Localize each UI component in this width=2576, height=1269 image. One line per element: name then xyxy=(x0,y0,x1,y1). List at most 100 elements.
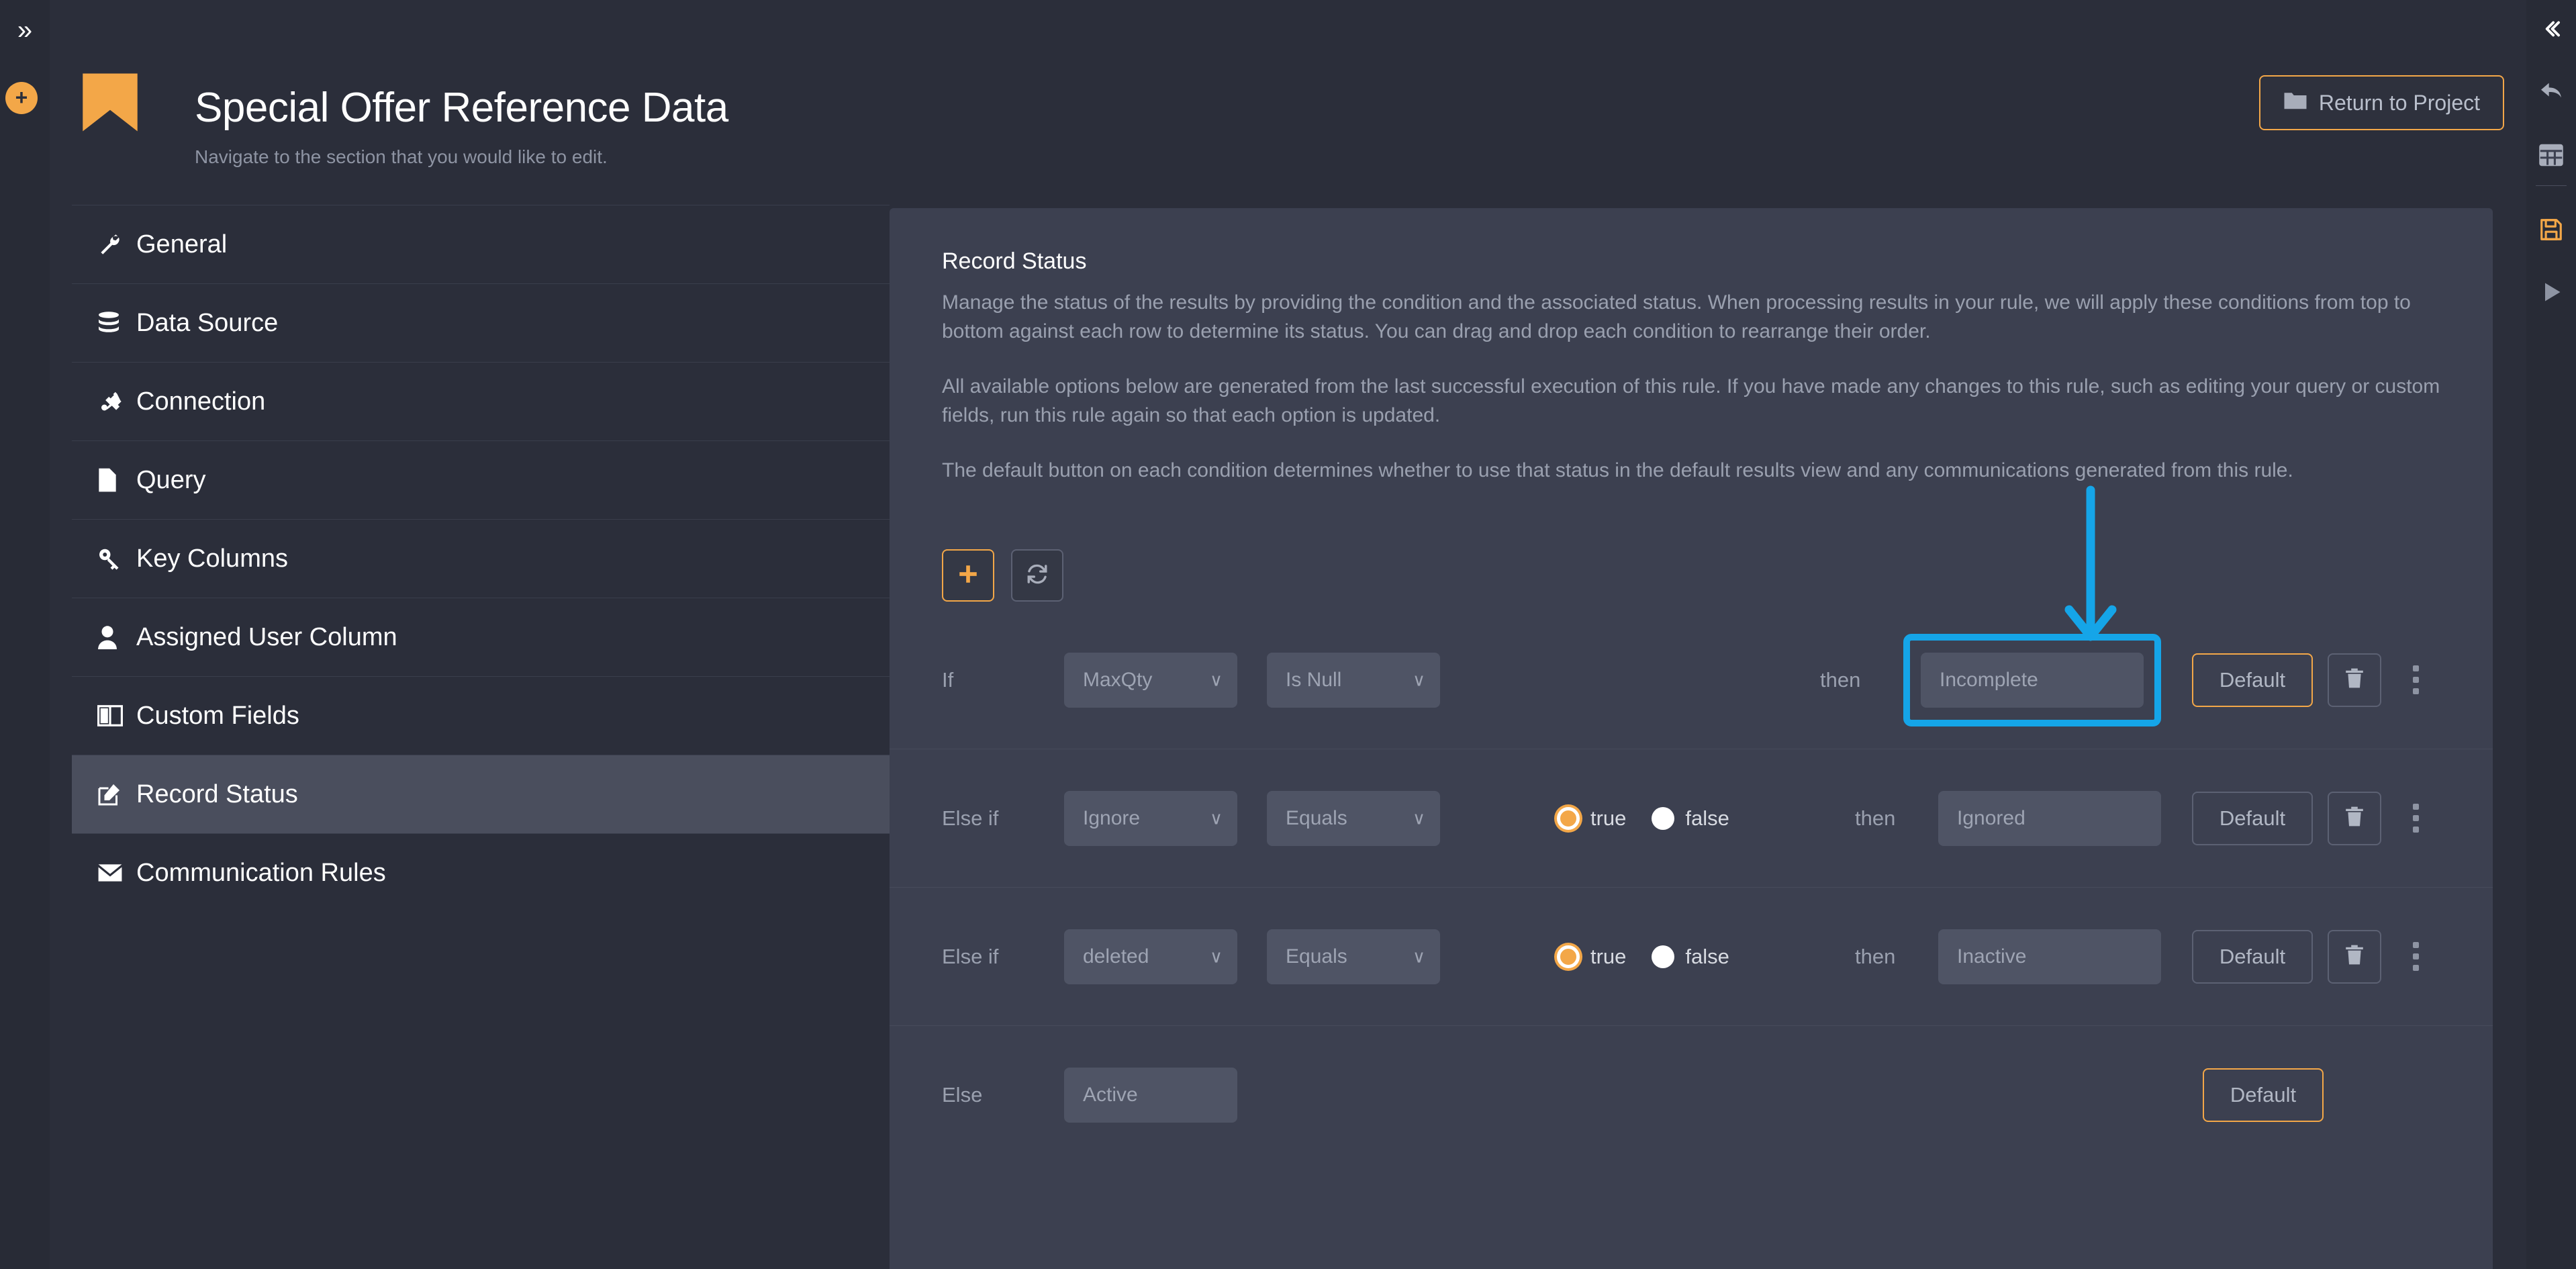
sidebar-item-connection[interactable]: Connection xyxy=(72,362,890,440)
right-rail xyxy=(2526,0,2576,1269)
default-button-label: Default xyxy=(2219,806,2286,830)
sidebar-item-key-columns[interactable]: Key Columns xyxy=(72,519,890,598)
default-button-label: Default xyxy=(2230,1083,2297,1107)
key-icon xyxy=(97,547,136,571)
plus-circle-icon[interactable]: + xyxy=(5,82,38,114)
table-grid-icon[interactable] xyxy=(2526,130,2576,180)
sidebar-item-label: Connection xyxy=(136,387,266,416)
else-status-value: Active xyxy=(1083,1084,1138,1106)
sidebar-item-label: Key Columns xyxy=(136,544,288,573)
refresh-sync-icon xyxy=(1026,563,1049,589)
file-icon xyxy=(97,467,136,493)
delete-condition-button[interactable] xyxy=(2328,929,2381,984)
wrench-icon xyxy=(97,232,136,256)
database-icon xyxy=(97,311,136,335)
default-button[interactable]: Default xyxy=(2203,1068,2324,1122)
bool-radio-group: true false xyxy=(1557,806,1744,831)
default-button[interactable]: Default xyxy=(2192,653,2313,707)
sidebar-item-label: Communication Rules xyxy=(136,858,386,887)
delete-condition-button[interactable] xyxy=(2328,791,2381,845)
panel-title: Record Status xyxy=(942,248,1087,274)
radio-false-label: false xyxy=(1685,944,1729,968)
save-floppy-icon[interactable] xyxy=(2526,205,2576,254)
left-rail: » + xyxy=(0,0,50,1269)
sidebar-item-communication-rules[interactable]: Communication Rules xyxy=(72,833,890,912)
then-label: then xyxy=(1820,667,1861,692)
radio-true[interactable] xyxy=(1557,806,1580,830)
refresh-options-button[interactable] xyxy=(1011,549,1063,602)
annotation-highlight-box: Incomplete xyxy=(1903,633,2161,726)
radio-false[interactable] xyxy=(1652,806,1675,830)
trash-icon xyxy=(2344,944,2365,969)
chevron-down-icon: ∨ xyxy=(1412,808,1425,828)
sidebar-item-label: Record Status xyxy=(136,780,298,808)
page-subtitle: Navigate to the section that you would l… xyxy=(195,146,608,167)
delete-condition-button[interactable] xyxy=(2328,653,2381,707)
field-select-value: Ignore xyxy=(1083,806,1141,829)
field-select[interactable]: MaxQty ∨ xyxy=(1064,652,1237,708)
status-select-value: Inactive xyxy=(1957,945,2027,968)
condition-keyword: Else if xyxy=(942,944,999,968)
operator-select[interactable]: Equals ∨ xyxy=(1267,929,1440,984)
add-condition-button[interactable] xyxy=(942,549,994,602)
status-select[interactable]: Ignored xyxy=(1938,790,2161,846)
return-to-project-button[interactable]: Return to Project xyxy=(2258,75,2504,130)
else-row: Else Active Default xyxy=(890,1026,2493,1164)
sidebar-item-query[interactable]: Query xyxy=(72,440,890,519)
operator-select[interactable]: Is Null ∨ xyxy=(1267,652,1440,708)
trash-icon xyxy=(2344,806,2365,831)
condition-keyword: Else if xyxy=(942,806,999,830)
else-keyword: Else xyxy=(942,1083,983,1107)
radio-true[interactable] xyxy=(1557,945,1580,968)
sidebar-item-label: Assigned User Column xyxy=(136,622,397,651)
user-icon xyxy=(97,625,136,649)
default-button[interactable]: Default xyxy=(2192,791,2313,845)
condition-row: Else if deleted ∨ Equals ∨ true false th… xyxy=(890,888,2493,1026)
status-select[interactable]: Incomplete xyxy=(1921,652,2144,708)
rail-divider xyxy=(2536,185,2567,186)
sidebar-item-label: Data Source xyxy=(136,308,279,337)
plug-icon xyxy=(97,389,136,414)
play-triangle-icon[interactable] xyxy=(2526,267,2576,317)
chevron-down-icon: ∨ xyxy=(1412,946,1425,966)
trash-icon xyxy=(2344,667,2365,692)
default-button-label: Default xyxy=(2219,944,2286,968)
edit-pencil-icon xyxy=(97,782,136,806)
app-root: » + Special Offer Reference Data Navigat… xyxy=(0,0,2576,1269)
field-select[interactable]: deleted ∨ xyxy=(1064,929,1237,984)
field-select[interactable]: Ignore ∨ xyxy=(1064,790,1237,846)
undo-arrow-icon[interactable] xyxy=(2526,67,2576,117)
status-select[interactable]: Inactive xyxy=(1938,929,2161,984)
sidebar-item-assigned-user-column[interactable]: Assigned User Column xyxy=(72,598,890,676)
else-status-box: Active xyxy=(1064,1068,1237,1123)
envelope-icon xyxy=(97,863,136,883)
drag-handle-icon[interactable] xyxy=(2391,942,2440,971)
chevron-down-icon: ∨ xyxy=(1209,946,1223,966)
condition-keyword: If xyxy=(942,667,954,692)
radio-false-label: false xyxy=(1685,806,1729,830)
chevron-double-right-icon[interactable]: » xyxy=(9,15,40,46)
columns-icon xyxy=(97,705,136,726)
operator-select[interactable]: Equals ∨ xyxy=(1267,790,1440,846)
drag-handle-icon[interactable] xyxy=(2391,804,2440,833)
radio-true-label: true xyxy=(1590,806,1627,830)
field-select-value: deleted xyxy=(1083,945,1149,968)
bookmark-icon xyxy=(79,70,141,134)
default-button[interactable]: Default xyxy=(2192,929,2313,984)
drag-handle-icon[interactable] xyxy=(2391,665,2440,694)
conditions-list: If MaxQty ∨ Is Null ∨ then Incomplete De… xyxy=(890,611,2493,1164)
plus-icon xyxy=(957,563,980,589)
chevron-double-left-icon[interactable] xyxy=(2526,4,2576,54)
condition-row: Else if Ignore ∨ Equals ∨ true false the… xyxy=(890,749,2493,888)
sidebar-item-custom-fields[interactable]: Custom Fields xyxy=(72,676,890,755)
sidebar-item-data-source[interactable]: Data Source xyxy=(72,283,890,362)
sidebar-item-record-status[interactable]: Record Status xyxy=(72,755,890,833)
return-to-project-label: Return to Project xyxy=(2318,91,2480,115)
radio-false[interactable] xyxy=(1652,945,1675,968)
sidebar-item-label: Query xyxy=(136,465,206,494)
operator-select-value: Is Null xyxy=(1286,668,1342,691)
sidebar-item-general[interactable]: General xyxy=(72,205,890,283)
conditions-toolbar xyxy=(942,549,1063,602)
then-label: then xyxy=(1855,806,1896,830)
folder-icon xyxy=(2283,77,2307,129)
